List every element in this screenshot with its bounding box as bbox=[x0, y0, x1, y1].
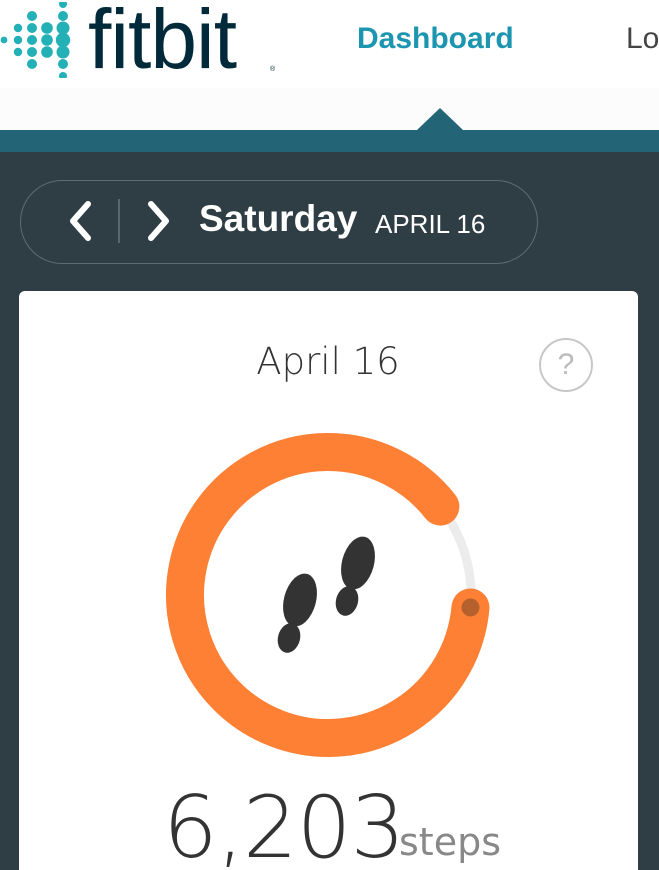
accent-bar bbox=[0, 130, 659, 152]
steps-count: 6,203 bbox=[163, 778, 405, 870]
progress-start-marker bbox=[461, 598, 480, 617]
logo-dot bbox=[41, 34, 53, 46]
logo-dot bbox=[13, 47, 23, 57]
nav-dashboard-link[interactable]: Dashboard bbox=[357, 22, 514, 56]
logo-dot bbox=[55, 32, 71, 48]
chevron-left-icon bbox=[70, 201, 91, 241]
logo-dot bbox=[56, 45, 70, 59]
logo-dot bbox=[0, 36, 8, 44]
fitbit-logo-text[interactable]: fitbit bbox=[88, 0, 237, 84]
selected-date: APRIL 16 bbox=[375, 209, 486, 239]
logo-dot bbox=[13, 23, 23, 33]
fitbit-logo-icon[interactable] bbox=[0, 2, 76, 78]
next-day-button[interactable] bbox=[136, 198, 180, 244]
logo-dot bbox=[27, 23, 37, 33]
progress-arc bbox=[166, 433, 490, 757]
logo-dot bbox=[59, 72, 67, 78]
logo-dot bbox=[27, 35, 37, 45]
logo-dot bbox=[56, 21, 70, 35]
selected-day: Saturday bbox=[199, 198, 358, 239]
logo-dot bbox=[41, 22, 53, 34]
logo-dot bbox=[13, 35, 23, 45]
steps-progress-ring[interactable] bbox=[158, 425, 498, 765]
logo-dot bbox=[27, 11, 37, 21]
logo-dot bbox=[27, 59, 37, 69]
active-nav-indicator bbox=[417, 108, 463, 130]
date-selector-divider bbox=[118, 199, 120, 243]
logo-dot bbox=[27, 47, 37, 57]
logo-dot bbox=[58, 11, 68, 21]
top-navigation-subbar bbox=[0, 88, 659, 130]
logo-dot bbox=[59, 2, 67, 8]
logo-dot bbox=[41, 46, 53, 58]
help-button[interactable]: ? bbox=[539, 338, 593, 392]
logo-dot bbox=[58, 59, 68, 69]
chevron-right-icon bbox=[148, 201, 169, 241]
steps-unit-label: steps bbox=[399, 820, 501, 864]
footsteps-icon bbox=[277, 536, 375, 653]
previous-day-button[interactable] bbox=[59, 198, 103, 244]
registered-mark: ® bbox=[270, 66, 276, 73]
nav-log-link[interactable]: Log bbox=[626, 22, 659, 56]
